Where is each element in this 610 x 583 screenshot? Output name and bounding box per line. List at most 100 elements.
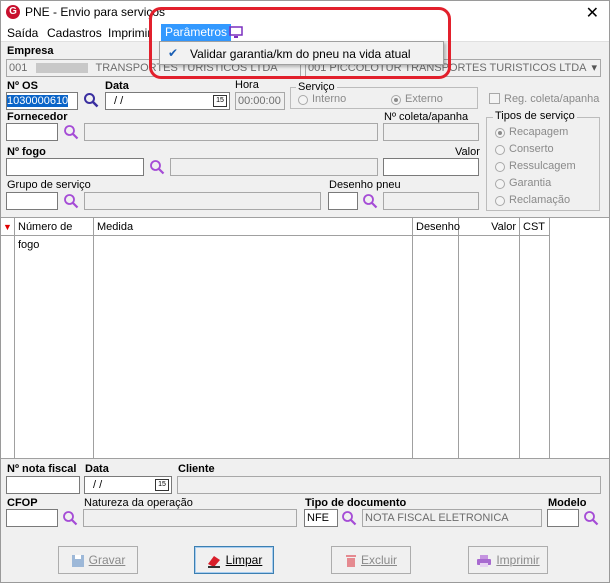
- chevron-down-icon[interactable]: ▾: [591, 60, 597, 76]
- excluir-label: Excluir: [360, 553, 397, 567]
- fogo-input[interactable]: [6, 158, 144, 176]
- imprimir-label: Imprimir: [496, 553, 540, 567]
- hora-value: 00:00:00: [238, 95, 281, 107]
- tipo-ressulcagem-radio[interactable]: [495, 162, 505, 172]
- modelo-input[interactable]: [547, 509, 579, 527]
- hora-input[interactable]: 00:00:00: [235, 92, 285, 110]
- column-header-cst[interactable]: CST: [520, 218, 550, 236]
- grupo-code-input[interactable]: [6, 192, 58, 210]
- sort-indicator-icon[interactable]: ▼: [1, 218, 15, 236]
- search-icon[interactable]: [63, 124, 79, 140]
- menu-cadastros[interactable]: Cadastros: [47, 26, 102, 40]
- search-icon[interactable]: [63, 193, 79, 209]
- column-divider: [459, 236, 520, 459]
- tipo-doc-label: Tipo de documento: [305, 497, 407, 509]
- empresa-code: 001: [9, 62, 28, 74]
- search-icon[interactable]: [583, 510, 599, 526]
- search-icon[interactable]: [362, 193, 378, 209]
- grupo-label: Grupo de serviço: [7, 179, 91, 191]
- column-header-desenho[interactable]: Desenho: [413, 218, 460, 236]
- tipo-doc-desc-field: NOTA FISCAL ELETRONICA: [362, 509, 542, 527]
- fornecedor-code-input[interactable]: [6, 123, 58, 141]
- cliente-field: [177, 476, 601, 494]
- menu-saida[interactable]: Saída: [7, 26, 38, 40]
- limpar-button[interactable]: Limpar: [194, 546, 274, 574]
- valor-label: Valor: [455, 146, 480, 158]
- redacted-block: [36, 63, 89, 74]
- data-value: / /: [114, 95, 124, 107]
- column-divider: [94, 236, 413, 459]
- data-label: Data: [105, 80, 129, 92]
- gravar-button[interactable]: Gravar: [58, 546, 138, 574]
- tipo-conserto-label: Conserto: [509, 143, 554, 155]
- servico-interno-radio[interactable]: [298, 95, 308, 105]
- trash-icon: [345, 554, 356, 567]
- tipo-reclamacao-radio[interactable]: [495, 196, 505, 206]
- reg-coleta-label: Reg. coleta/apanha: [504, 93, 600, 105]
- menu-imprimir[interactable]: Imprimir: [108, 26, 151, 40]
- main-window: G PNE - Envio para serviços ✕ Saída Cada…: [0, 0, 610, 583]
- fornecedor-name-field: [84, 123, 378, 141]
- search-icon[interactable]: [62, 510, 78, 526]
- desenho-label: Desenho pneu: [329, 179, 401, 191]
- nota-input[interactable]: [6, 476, 80, 494]
- coleta-label: Nº coleta/apanha: [384, 111, 469, 123]
- tipo-garantia-radio[interactable]: [495, 179, 505, 189]
- app-icon: G: [6, 5, 20, 19]
- servico-externo-radio[interactable]: [391, 95, 401, 105]
- cfop-label: CFOP: [7, 497, 38, 509]
- tipo-garantia-label: Garantia: [509, 177, 552, 189]
- eraser-icon: [207, 555, 220, 568]
- os-label: Nº OS: [7, 80, 38, 92]
- valor-input[interactable]: [383, 158, 479, 176]
- tipos-label: Tipos de serviço: [493, 110, 577, 122]
- column-divider: [413, 236, 459, 459]
- natureza-label: Natureza da operação: [84, 497, 193, 509]
- window-title: PNE - Envio para serviços: [25, 5, 166, 19]
- save-icon: [71, 554, 84, 567]
- desenho-code-input[interactable]: [328, 192, 358, 210]
- tipo-doc-desc: NOTA FISCAL ELETRONICA: [365, 512, 509, 524]
- fogo-label: Nº fogo: [7, 146, 46, 158]
- excluir-button[interactable]: Excluir: [331, 546, 411, 574]
- search-icon[interactable]: [149, 159, 165, 175]
- nota-data-input[interactable]: / / 15: [84, 476, 172, 494]
- printer-icon: [477, 554, 492, 567]
- desenho-desc-field: [383, 192, 479, 210]
- nota-label: Nº nota fiscal: [7, 463, 77, 475]
- data-input[interactable]: / / 15: [105, 92, 230, 110]
- calendar-icon[interactable]: 15: [213, 95, 227, 107]
- cfop-input[interactable]: [6, 509, 58, 527]
- tipo-reclamacao-label: Reclamação: [509, 194, 571, 206]
- cliente-label: Cliente: [178, 463, 215, 475]
- os-value: 1030000610: [7, 95, 69, 107]
- fogo-desc-field: [170, 158, 378, 176]
- column-header-numero-fogo[interactable]: Número de fogo: [15, 218, 94, 251]
- search-icon[interactable]: [83, 92, 99, 108]
- reg-coleta-checkbox[interactable]: [489, 93, 500, 104]
- calendar-icon[interactable]: 15: [155, 479, 169, 491]
- tipo-recapagem-label: Recapagem: [509, 126, 569, 138]
- column-divider: [1, 236, 15, 459]
- column-header-valor[interactable]: Valor: [459, 218, 520, 236]
- os-input[interactable]: 1030000610: [6, 92, 78, 110]
- tipo-conserto-radio[interactable]: [495, 145, 505, 155]
- tipo-recapagem-radio[interactable]: [495, 128, 505, 138]
- limpar-label: Limpar: [225, 553, 263, 567]
- items-table[interactable]: ▼ Número de fogo Medida Desenho Valor CS…: [1, 217, 609, 459]
- column-divider: [520, 236, 550, 459]
- search-icon[interactable]: [341, 510, 357, 526]
- servico-externo-label: Externo: [405, 93, 443, 105]
- fornecedor-label: Fornecedor: [7, 111, 68, 123]
- natureza-field: [83, 509, 297, 527]
- grupo-desc-field: [84, 192, 321, 210]
- coleta-input[interactable]: [383, 123, 479, 141]
- gravar-label: Gravar: [88, 553, 126, 567]
- empresa-label: Empresa: [7, 45, 54, 57]
- tipo-doc-code-input[interactable]: NFE: [304, 509, 338, 527]
- servico-label: Serviço: [296, 81, 337, 93]
- column-header-medida[interactable]: Medida: [94, 218, 413, 236]
- highlight-annotation: [149, 7, 451, 79]
- close-icon[interactable]: ✕: [586, 3, 599, 23]
- imprimir-button[interactable]: Imprimir: [468, 546, 548, 574]
